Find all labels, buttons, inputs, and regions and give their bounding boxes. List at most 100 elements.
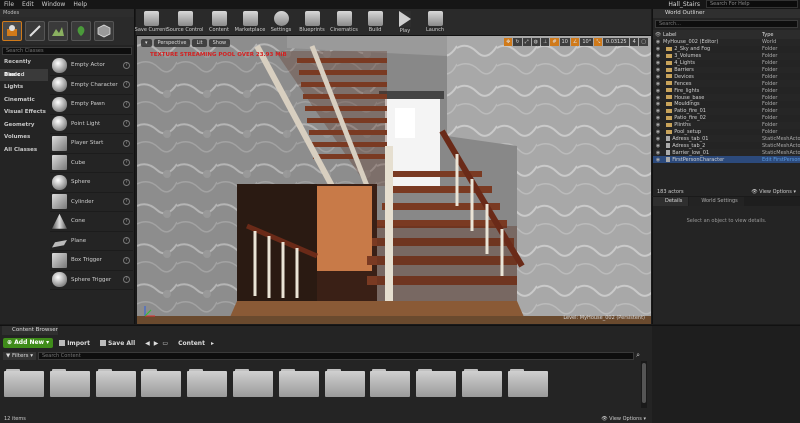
content-folder[interactable] xyxy=(95,369,136,397)
content-folder[interactable] xyxy=(232,369,273,397)
chevron-right-icon[interactable]: ▸ xyxy=(211,340,214,347)
path-breadcrumb[interactable]: Content xyxy=(178,340,205,347)
grid-size[interactable]: 10 xyxy=(559,38,570,46)
outliner-row[interactable]: ◉ Patio_fire_02 Folder xyxy=(653,115,800,122)
place-item-empty-pawn[interactable]: Empty Pawn? xyxy=(50,95,133,115)
back-arrow-icon[interactable]: ◀ xyxy=(145,340,150,347)
paint-mode-icon[interactable] xyxy=(25,21,45,41)
world-outliner-tab[interactable]: World Outliner xyxy=(653,9,800,18)
grid-snap-icon[interactable]: # xyxy=(550,38,559,46)
eye-icon[interactable]: ◉ xyxy=(653,95,663,101)
settings-button[interactable]: Settings xyxy=(266,9,296,36)
content-folder[interactable] xyxy=(187,369,228,397)
place-item-player-start[interactable]: Player Start? xyxy=(50,134,133,154)
content-folder[interactable] xyxy=(461,369,502,397)
place-item-empty-actor[interactable]: Empty Actor? xyxy=(50,56,133,76)
label-column[interactable]: Label xyxy=(663,32,762,38)
outliner-row[interactable]: ◉ Patio_fire_01 Folder xyxy=(653,107,800,115)
world-icon[interactable]: ◍ xyxy=(531,38,540,46)
camera-speed[interactable]: 4 xyxy=(630,38,639,46)
search-icon[interactable]: ⌕ xyxy=(636,351,640,360)
help-icon[interactable]: ? xyxy=(123,178,130,186)
import-button[interactable]: Import xyxy=(59,340,90,347)
outliner-row[interactable]: ◉ Mouldings Folder xyxy=(653,101,800,108)
help-icon[interactable]: ? xyxy=(123,100,130,108)
modes-tab[interactable]: Modes xyxy=(0,9,134,17)
tab-world-settings[interactable]: World Settings xyxy=(689,197,744,206)
place-item-cone[interactable]: Cone? xyxy=(50,212,133,232)
outliner-row[interactable]: ◉ FirstPersonCharacter Edit FirstPerson xyxy=(653,156,800,164)
content-folder[interactable] xyxy=(141,369,182,397)
rotate-icon[interactable]: ↻ xyxy=(513,38,522,46)
eye-icon[interactable]: ◉ xyxy=(653,122,663,128)
landscape-mode-icon[interactable] xyxy=(48,21,68,41)
maximize-icon[interactable]: ▢ xyxy=(639,38,648,46)
eye-icon[interactable]: ◉ xyxy=(653,46,663,52)
outliner-row[interactable]: ◉ Pool_setup Folder xyxy=(653,129,800,136)
place-item-cylinder[interactable]: Cylinder? xyxy=(50,193,133,212)
outliner-row[interactable]: ◉ Fire_lights Folder xyxy=(653,87,800,94)
eye-icon[interactable]: ◉ xyxy=(653,60,663,66)
content-folder[interactable] xyxy=(416,369,457,397)
scale-icon[interactable]: ⤢ xyxy=(522,38,531,46)
help-icon[interactable]: ? xyxy=(123,237,130,245)
content-browser-tab[interactable]: Content Browser xyxy=(2,326,58,335)
outliner-row[interactable]: ◉ Plinths Folder xyxy=(653,121,800,129)
outliner-row[interactable]: ◉ 2_Sky and Fog Folder xyxy=(653,46,800,53)
outliner-search-input[interactable]: Search... xyxy=(655,20,798,28)
outliner-row[interactable]: ◉ 3_Volumes Folder xyxy=(653,52,800,60)
place-item-sphere-trigger[interactable]: Sphere Trigger? xyxy=(50,271,133,290)
outliner-row[interactable]: ◉ Adress_tab_01 StaticMeshActor xyxy=(653,135,800,143)
menu-window[interactable]: Window xyxy=(38,1,70,8)
menu-edit[interactable]: Edit xyxy=(18,1,38,8)
category-volumes[interactable]: Volumes xyxy=(0,131,48,144)
type-column[interactable]: Type xyxy=(762,32,800,38)
content-view-options-button[interactable]: 👁 View Options ▾ xyxy=(601,416,646,422)
outliner-row[interactable]: ◉ MyHouse_002 (Editor) World xyxy=(653,39,800,46)
tab-details[interactable]: Details xyxy=(653,197,689,206)
outliner-row[interactable]: ◉ Barrier_low_01 StaticMeshActor xyxy=(653,149,800,157)
save-all-button[interactable]: Save All xyxy=(99,340,135,347)
place-item-empty-character[interactable]: Empty Character? xyxy=(50,76,133,95)
search-classes-input[interactable]: Search Classes xyxy=(2,47,132,55)
outliner-row[interactable]: ◉ Fences Folder xyxy=(653,80,800,88)
place-item-box-trigger[interactable]: Box Trigger? xyxy=(50,251,133,271)
outliner-row[interactable]: ◉ 4_Lights Folder xyxy=(653,60,800,67)
scale-snap-icon[interactable]: ⤡ xyxy=(594,38,603,46)
category-recently-placed[interactable]: Recently Placed xyxy=(0,56,48,78)
geometry-mode-icon[interactable] xyxy=(94,21,114,41)
content-scrollbar[interactable] xyxy=(641,361,647,408)
forward-arrow-icon[interactable]: ▶ xyxy=(154,340,159,347)
outliner-row[interactable]: ◉ Barriers Folder xyxy=(653,66,800,74)
eye-icon[interactable]: ◉ xyxy=(653,67,663,73)
search-help-input[interactable]: Search For Help xyxy=(706,0,798,8)
eye-icon[interactable]: ◉ xyxy=(653,81,663,87)
eye-icon[interactable]: ◉ xyxy=(653,39,663,45)
rotation-snap-value[interactable]: 10° xyxy=(580,38,594,46)
help-icon[interactable]: ? xyxy=(123,256,130,264)
content-folder[interactable] xyxy=(507,369,548,397)
show-button[interactable]: Show xyxy=(208,38,231,47)
category-lights[interactable]: Lights xyxy=(0,81,48,94)
launch-button[interactable]: Launch xyxy=(420,9,450,36)
help-icon[interactable]: ? xyxy=(123,198,130,206)
category-geometry[interactable]: Geometry xyxy=(0,119,48,132)
help-icon[interactable]: ? xyxy=(123,81,130,89)
level-viewport[interactable]: ▾ Perspective Lit Show ✥ ↻ ⤢ ◍ ⊥ # 10 ∠ … xyxy=(137,36,651,324)
eye-icon[interactable]: ◉ xyxy=(653,157,663,163)
menu-help[interactable]: Help xyxy=(69,1,91,8)
play-button[interactable]: Play xyxy=(390,9,420,36)
source-control-button[interactable]: Source Control xyxy=(166,9,204,36)
cinematics-button[interactable]: Cinematics xyxy=(328,9,360,36)
surface-snap-icon[interactable]: ⊥ xyxy=(540,38,550,46)
eye-icon[interactable]: ◉ xyxy=(653,74,663,80)
category-all-classes[interactable]: All Classes xyxy=(0,144,48,157)
place-mode-icon[interactable] xyxy=(2,21,22,41)
content-search-input[interactable]: Search Content xyxy=(38,351,635,360)
category-visual-effects[interactable]: Visual Effects xyxy=(0,106,48,119)
content-folder[interactable] xyxy=(278,369,319,397)
eye-icon[interactable]: ◉ xyxy=(653,53,663,59)
lit-button[interactable]: Lit xyxy=(192,38,207,47)
outliner-row[interactable]: ◉ House_base Folder xyxy=(653,94,800,102)
place-item-point-light[interactable]: Point Light? xyxy=(50,115,133,134)
